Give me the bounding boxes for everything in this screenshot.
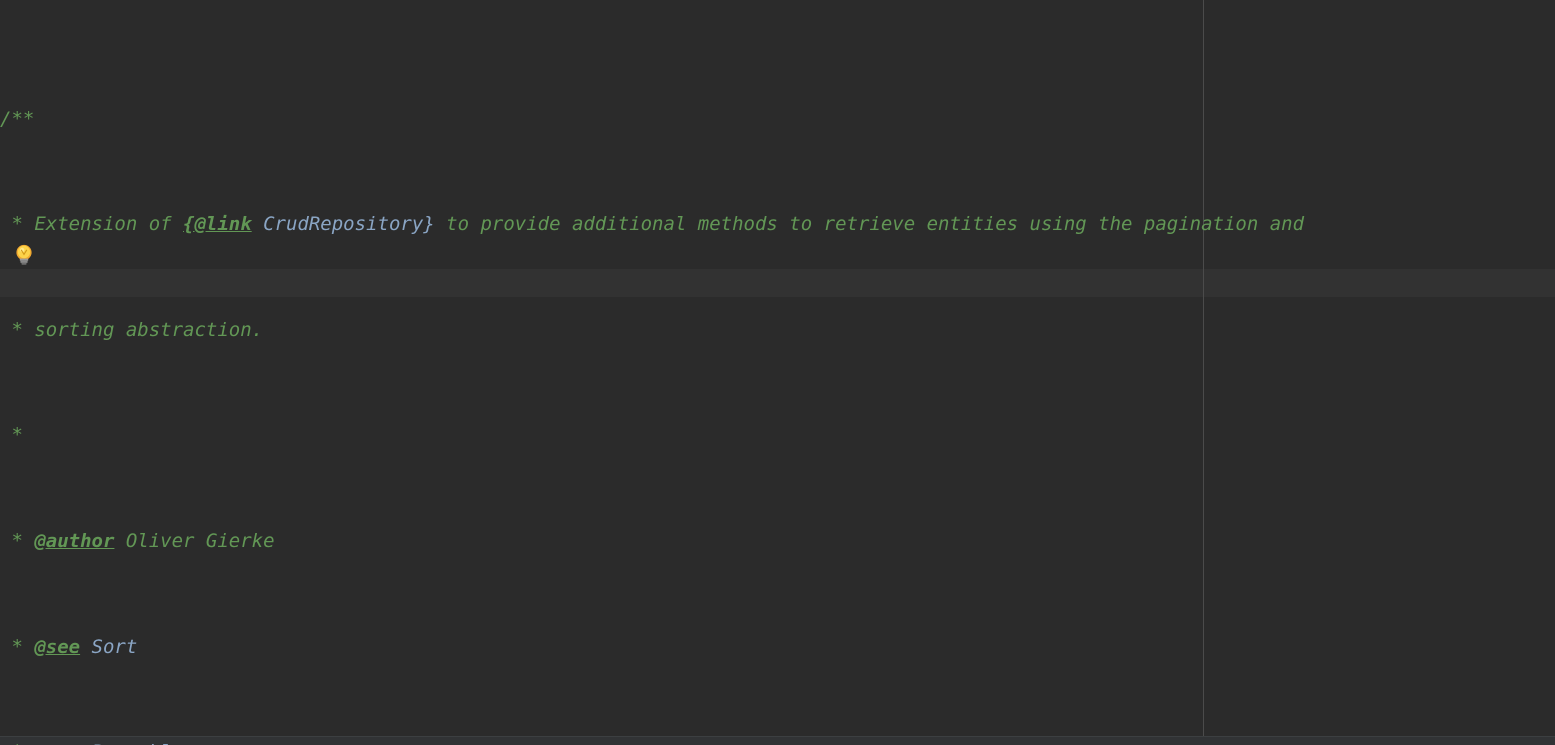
javadoc-text: * sorting abstraction. [0, 318, 264, 341]
code-line-javadoc-open: /** [0, 106, 1555, 132]
javadoc-text: * Extension of [0, 213, 184, 236]
javadoc-author-value: Oliver Gierke [114, 530, 275, 553]
javadoc-blank: * [0, 424, 23, 447]
javadoc-text-tail: to provide additional methods to retriev… [434, 213, 1305, 236]
code-line-javadoc-author: * @author Oliver Gierke [0, 528, 1555, 554]
code-line-javadoc-see-sort: * @see Sort [0, 634, 1555, 660]
javadoc-see-target-sort[interactable]: Sort [80, 636, 138, 658]
code-line-javadoc-extension: * Extension of {@link CrudRepository} to… [0, 211, 1555, 237]
javadoc-link-target[interactable]: CrudRepository} [252, 213, 435, 235]
javadoc-open: /** [0, 107, 35, 130]
javadoc-see-tag[interactable]: @see [34, 636, 80, 658]
javadoc-star: * [0, 530, 35, 553]
lightbulb-icon[interactable] [13, 243, 35, 267]
javadoc-link-tag[interactable]: {@link [183, 213, 252, 235]
javadoc-see-tag[interactable]: @see [34, 741, 80, 745]
code-line-javadoc-see-pageable: * @see Pageable [0, 739, 1555, 745]
code-content[interactable]: /** * Extension of {@link CrudRepository… [0, 0, 1555, 745]
code-line-javadoc-sorting: * sorting abstraction. [0, 317, 1555, 343]
javadoc-star: * [0, 635, 35, 658]
javadoc-see-target-pageable[interactable]: Pageable [80, 741, 184, 745]
code-line-javadoc-blank: * [0, 422, 1555, 448]
code-editor[interactable]: /** * Extension of {@link CrudRepository… [0, 0, 1555, 745]
javadoc-star: * [0, 741, 34, 745]
javadoc-author-tag[interactable]: @author [34, 530, 114, 552]
